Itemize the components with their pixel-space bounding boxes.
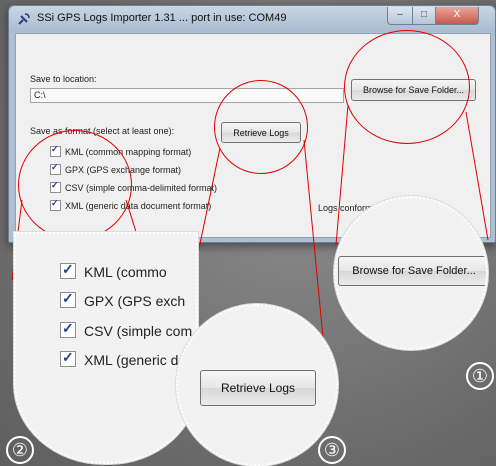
zoom-checkbox-csv: ✓ CSV (simple com bbox=[60, 320, 193, 340]
zoom-circle-formats: ✓ KML (commo ✓ GPX (GPS exch ✓ CSV (simple … bbox=[14, 232, 198, 464]
zoom-checkbox-box: ✓ bbox=[60, 290, 76, 309]
callout-number-1: ① bbox=[466, 362, 494, 390]
zoom-checkbox-box: ✓ bbox=[60, 349, 76, 368]
callout-number-3: ③ bbox=[318, 436, 346, 464]
check-icon: ✓ bbox=[62, 320, 74, 337]
check-icon: ✓ bbox=[62, 290, 74, 307]
zoom-checkbox-label: XML (generic d bbox=[84, 352, 179, 368]
callout-number-2: ② bbox=[6, 436, 34, 464]
callout-number-1-text: ① bbox=[471, 366, 489, 386]
zoom-checkbox-box: ✓ bbox=[60, 320, 76, 339]
zoom-checkbox-label: CSV (simple com bbox=[84, 323, 193, 339]
check-icon: ✓ bbox=[62, 349, 74, 366]
zoom-checkbox-gpx: ✓ GPX (GPS exch bbox=[60, 290, 186, 310]
zoom-circle-retrieve: Retrieve Logs bbox=[176, 304, 338, 466]
zoom-browse-button: Browse for Save Folder... bbox=[338, 256, 486, 286]
check-icon: ✓ bbox=[62, 261, 74, 278]
zoom-checkbox-label: KML (commo bbox=[84, 264, 167, 280]
zoom-checkbox-label: GPX (GPS exch bbox=[84, 293, 186, 309]
zoom-retrieve-button: Retrieve Logs bbox=[200, 370, 316, 406]
zoom-circle-browse: Browse for Save Folder... bbox=[334, 196, 488, 350]
callout-number-3-text: ③ bbox=[323, 440, 341, 460]
zoom-checkbox-kml: ✓ KML (commo bbox=[60, 261, 167, 281]
zoom-checkbox-box: ✓ bbox=[60, 261, 76, 280]
zoom-checkbox-xml: ✓ XML (generic d bbox=[60, 349, 179, 369]
callout-number-2-text: ② bbox=[11, 440, 29, 460]
